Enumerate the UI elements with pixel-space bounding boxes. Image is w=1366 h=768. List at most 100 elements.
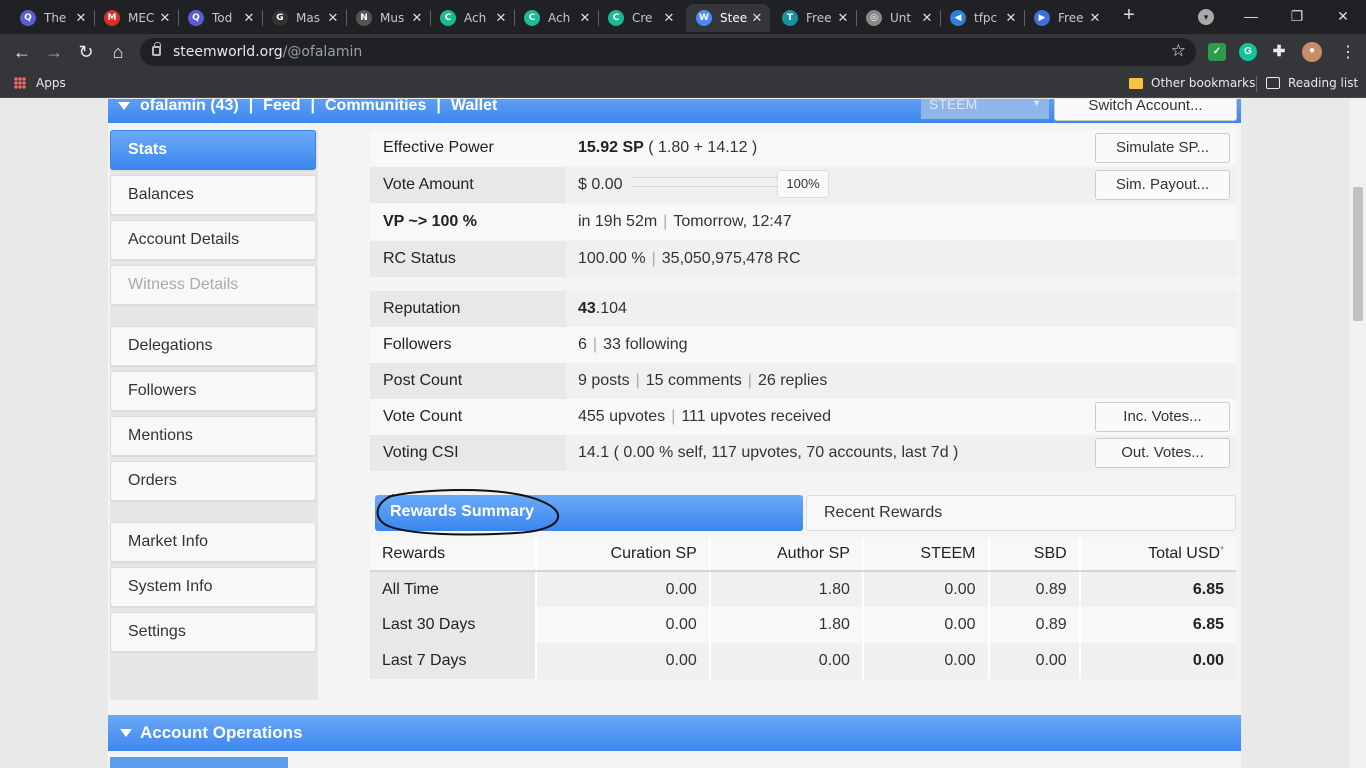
browser-tab[interactable]: ◀ tfpc ✕ (940, 4, 1024, 32)
browser-tab[interactable]: ◎ Unt ✕ (856, 4, 940, 32)
tab-close-icon[interactable]: ✕ (410, 11, 424, 26)
browser-tab[interactable]: Q The ✕ (10, 4, 94, 32)
address-bar[interactable]: steemworld.org/@ofalamin ☆ (140, 38, 1196, 66)
sidebar-item-balances[interactable]: Balances (110, 175, 316, 215)
sidebar-item-followers[interactable]: Followers (110, 371, 316, 411)
profile-avatar[interactable]: ● (1302, 42, 1322, 62)
other-bookmarks[interactable]: Other bookmarks (1129, 76, 1255, 90)
restore-button[interactable]: ❐ (1274, 0, 1320, 32)
account-operations-title: Account Operations (140, 723, 303, 742)
rewards-header-row: Rewards Curation SP Author SP STEEM SBD … (370, 537, 1236, 572)
out-votes-button[interactable]: Out. Votes... (1095, 438, 1230, 468)
browser-tab[interactable]: C Ach ✕ (514, 4, 598, 32)
tab-title: tfpc (974, 11, 998, 25)
table-row: All Time 0.00 1.80 0.00 0.89 6.85 (370, 571, 1236, 607)
reload-icon[interactable]: ↻ (75, 41, 97, 63)
simulate-sp-button[interactable]: Simulate SP... (1095, 133, 1230, 163)
browser-tab[interactable]: C Ach ✕ (430, 4, 514, 32)
account-operations-header[interactable]: Account Operations (108, 715, 1241, 751)
vote-weight-slider[interactable] (632, 177, 777, 187)
vote-weight-percent[interactable]: 100% (777, 170, 829, 198)
reputation-int: 43 (578, 300, 596, 317)
tab-close-icon[interactable]: ✕ (158, 11, 172, 26)
header-separator: | (310, 99, 315, 114)
sidebar-item-mentions[interactable]: Mentions (110, 416, 316, 456)
home-icon[interactable]: ⌂ (107, 41, 129, 63)
browser-tab[interactable]: W Stee ✕ (686, 4, 770, 32)
sidebar-item-witness-details[interactable]: Witness Details (110, 265, 316, 305)
page-scrollbar[interactable] (1350, 99, 1366, 768)
wallet-link[interactable]: Wallet (451, 99, 498, 115)
header-separator: | (436, 99, 441, 114)
minimize-button[interactable]: — (1228, 0, 1274, 32)
tab-close-icon[interactable]: ✕ (1088, 11, 1102, 26)
tab-close-icon[interactable]: ✕ (326, 11, 340, 26)
sidebar-item-stats[interactable]: Stats (110, 130, 316, 170)
sidebar-item-delegations[interactable]: Delegations (110, 326, 316, 366)
stat-row-followers: Followers 6 | 33 following (370, 327, 1236, 363)
browser-menu-icon[interactable]: ⋮ (1340, 42, 1356, 62)
url-text[interactable]: steemworld.org/@ofalamin (173, 44, 362, 60)
extensions-puzzle-icon[interactable]: ✚ (1270, 43, 1288, 61)
next-section-button-edge[interactable] (110, 757, 288, 768)
sidebar-item-system-info[interactable]: System Info (110, 567, 316, 607)
scrollbar-thumb[interactable] (1353, 187, 1363, 321)
browser-tab[interactable]: M MEC ✕ (94, 4, 178, 32)
account-name-link[interactable]: ofalamin (43) (140, 99, 239, 115)
tab-search-icon[interactable]: ▾ (1198, 9, 1214, 25)
tab-close-icon[interactable]: ✕ (578, 11, 592, 26)
tab-close-icon[interactable]: ✕ (1004, 11, 1018, 26)
collapse-triangle-icon[interactable] (120, 729, 132, 737)
tab-close-icon[interactable]: ✕ (662, 11, 676, 26)
tab-close-icon[interactable]: ✕ (242, 11, 256, 26)
browser-tab-strip: ▾ + — ❐ ✕ Q The ✕ M MEC ✕ Q Tod ✕ G Mas ✕ N Mus ✕ C Ach ✕… (0, 0, 1366, 34)
bookmark-apps[interactable]: Apps (14, 76, 66, 90)
sidebar-item-account-details[interactable]: Account Details (110, 220, 316, 260)
tab-close-icon[interactable]: ✕ (750, 11, 764, 26)
tab-favicon-icon: ▶ (1034, 10, 1050, 26)
tab-title: Free (1058, 11, 1084, 25)
collapse-triangle-icon[interactable] (118, 102, 130, 110)
browser-tab[interactable]: N Mus ✕ (346, 4, 430, 32)
sidebar-item-orders[interactable]: Orders (110, 461, 316, 501)
col-rewards: Rewards (370, 537, 536, 572)
sim-payout-button[interactable]: Sim. Payout... (1095, 170, 1230, 200)
browser-tab[interactable]: ▶ Free ✕ (1024, 4, 1108, 32)
stat-row-vp: VP ~> 100 % in 19h 52m | Tomorrow, 12:47 (370, 204, 1236, 240)
comments-count: 15 comments (645, 372, 742, 389)
back-icon[interactable]: ← (11, 41, 33, 63)
inc-votes-button[interactable]: Inc. Votes... (1095, 402, 1230, 432)
tab-close-icon[interactable]: ✕ (74, 11, 88, 26)
sidebar-item-market-info[interactable]: Market Info (110, 522, 316, 562)
cell-curation-sp: 0.00 (535, 571, 710, 607)
new-tab-button[interactable]: + (1119, 5, 1139, 26)
stat-row-vote-count: Vote Count 455 upvotes | 111 upvotes recei… (370, 399, 1236, 435)
sidebar-item-settings[interactable]: Settings (110, 612, 316, 652)
forward-icon[interactable]: → (43, 41, 65, 63)
rc-amount: 35,050,975,478 RC (661, 250, 801, 267)
grammarly-icon[interactable]: G (1239, 43, 1257, 61)
close-window-button[interactable]: ✕ (1320, 0, 1366, 32)
reading-list[interactable]: Reading list (1266, 76, 1358, 90)
stat-value: 15.92 SP ( 1.80 + 14.12 ) (578, 139, 757, 157)
coin-select[interactable]: STEEM ▼ (921, 99, 1049, 119)
stat-row-effective-power: Effective Power 15.92 SP ( 1.80 + 14.12 … (370, 130, 1236, 166)
following-count: 33 following (603, 336, 688, 353)
browser-tab[interactable]: Q Tod ✕ (178, 4, 262, 32)
communities-link[interactable]: Communities (325, 99, 426, 115)
browser-tab[interactable]: G Mas ✕ (262, 4, 346, 32)
tab-close-icon[interactable]: ✕ (836, 11, 850, 26)
bookmark-star-icon[interactable]: ☆ (1171, 41, 1186, 61)
shield-extension-icon[interactable]: ✓ (1208, 43, 1226, 61)
lock-icon[interactable] (152, 42, 161, 56)
browser-tab[interactable]: C Cre ✕ (598, 4, 682, 32)
tab-close-icon[interactable]: ✕ (494, 11, 508, 26)
browser-tab[interactable]: T Free ✕ (772, 4, 856, 32)
hand-drawn-circle-annotation (376, 489, 560, 536)
switch-account-button[interactable]: Switch Account... (1054, 99, 1237, 121)
vp-time: Tomorrow, 12:47 (673, 213, 792, 230)
feed-link[interactable]: Feed (263, 99, 300, 115)
tab-recent-rewards[interactable]: Recent Rewards (806, 495, 1236, 531)
rewards-table: Rewards Curation SP Author SP STEEM SBD … (370, 537, 1236, 679)
tab-close-icon[interactable]: ✕ (920, 11, 934, 26)
